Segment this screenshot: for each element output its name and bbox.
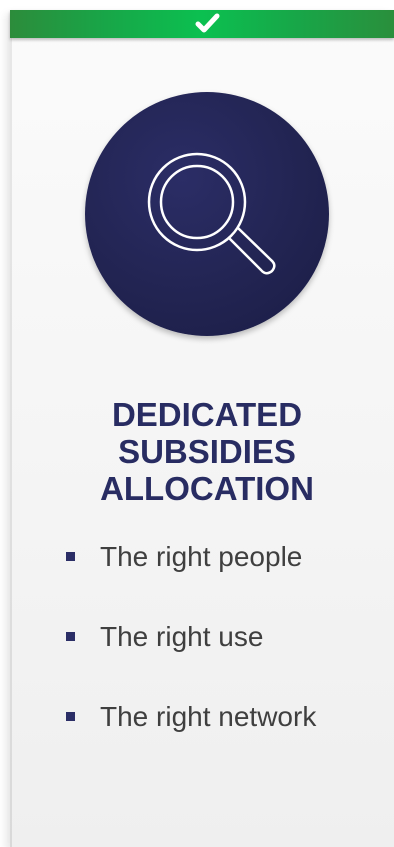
bullet-icon: [66, 712, 75, 721]
bullet-icon: [66, 632, 75, 641]
card-title-line-2: SUBSIDIES: [118, 433, 296, 470]
card-title: DEDICATED SUBSIDIES ALLOCATION: [40, 396, 374, 507]
list-item-label: The right use: [100, 621, 264, 652]
card-title-line-3: ALLOCATION: [100, 470, 314, 507]
checkmark-icon: [190, 10, 224, 38]
card-title-line-1: DEDICATED: [111, 396, 303, 433]
search-icon: [145, 150, 285, 290]
list-item: The right use: [66, 620, 386, 700]
bullet-icon: [66, 552, 75, 561]
bullet-list: The right people The right use The right…: [66, 540, 386, 780]
list-item-label: The right people: [100, 541, 303, 572]
list-item: The right people: [66, 540, 386, 620]
list-item-label: The right network: [100, 701, 317, 732]
list-item: The right network: [66, 700, 386, 780]
card-edge: [10, 10, 12, 847]
